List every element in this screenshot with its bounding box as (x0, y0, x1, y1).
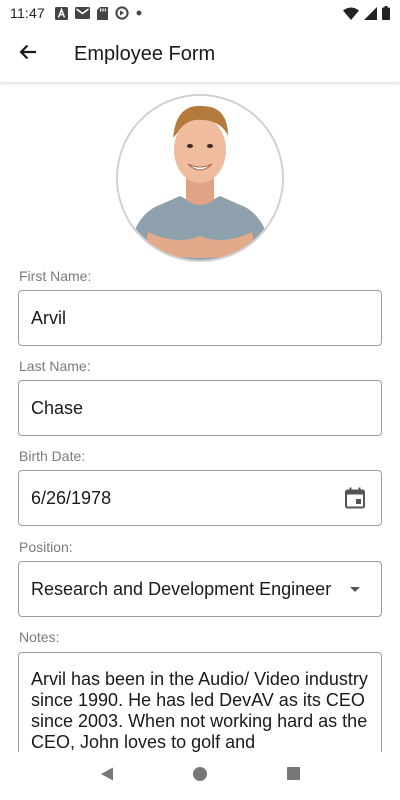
app-bar: Employee Form (0, 26, 400, 82)
last-name-label: Last Name: (19, 358, 91, 374)
avatar (118, 96, 282, 260)
recents-square-icon[interactable] (286, 766, 301, 786)
system-nav-bar (0, 752, 400, 800)
notification-icons (55, 6, 142, 20)
last-name-value[interactable]: Chase (31, 398, 369, 419)
signal-icon (364, 6, 377, 20)
dot-icon (136, 10, 142, 16)
back-button[interactable] (0, 26, 56, 82)
birth-date-value[interactable]: 6/26/1978 (31, 488, 341, 509)
page-title: Employee Form (74, 42, 216, 65)
status-time: 11:47 (10, 5, 45, 21)
notes-label: Notes: (19, 629, 60, 645)
battery-icon (382, 6, 390, 20)
birth-date-field[interactable]: 6/26/1978 (18, 470, 382, 526)
status-bar: 11:47 (0, 0, 400, 26)
system-status-icons (343, 6, 390, 20)
first-name-label: First Name: (19, 268, 92, 284)
position-value[interactable]: Research and Development Engineer (31, 579, 341, 600)
employee-photo (116, 94, 284, 262)
sd-card-icon (97, 6, 108, 20)
arrow-back-icon (18, 42, 38, 67)
calendar-icon[interactable] (341, 484, 369, 512)
last-name-field[interactable]: Chase (18, 380, 382, 436)
birth-date-label: Birth Date: (19, 448, 86, 464)
dropdown-arrow-icon[interactable] (341, 575, 369, 603)
gmail-icon (75, 7, 90, 19)
position-label: Position: (19, 539, 73, 555)
back-triangle-icon[interactable] (99, 766, 115, 787)
employee-form[interactable]: First Name: Arvil Last Name: Chase Birth… (0, 82, 400, 752)
home-circle-icon[interactable] (192, 766, 208, 787)
first-name-value[interactable]: Arvil (31, 308, 369, 329)
sync-icon (115, 6, 129, 20)
position-select[interactable]: Research and Development Engineer (18, 561, 382, 617)
a-icon (55, 6, 68, 20)
wifi-icon (343, 7, 359, 20)
first-name-field[interactable]: Arvil (18, 290, 382, 346)
notes-textarea[interactable]: Arvil has been in the Audio/ Video indus… (18, 652, 382, 752)
